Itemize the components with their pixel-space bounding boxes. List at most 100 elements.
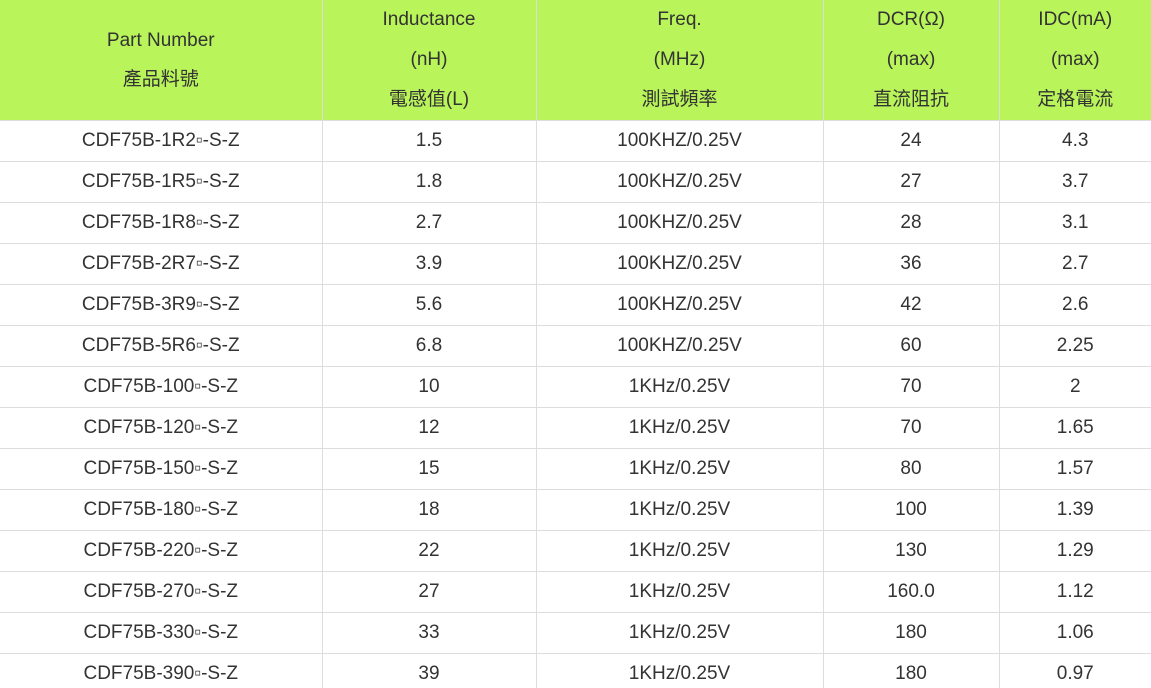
cell-freq: 1KHz/0.25V: [536, 530, 824, 572]
cell-inductance: 6.8: [322, 325, 537, 367]
header-line: 測試頻率: [641, 89, 718, 110]
cell-inductance: 5.6: [322, 284, 537, 326]
cell-idc: 2: [999, 366, 1151, 408]
cell-idc: 2.25: [999, 325, 1151, 367]
table-row: CDF75B-330▫-S-Z 33 1KHz/0.25V 180 1.06: [0, 612, 1151, 654]
cell-dcr: 60: [823, 325, 1000, 367]
cell-idc: 3.7: [999, 161, 1151, 203]
table-row: CDF75B-120▫-S-Z 12 1KHz/0.25V 70 1.65: [0, 407, 1151, 449]
cell-dcr: 70: [823, 407, 1000, 449]
cell-idc: 0.97: [999, 653, 1151, 688]
cell-freq: 100KHZ/0.25V: [536, 120, 824, 162]
cell-freq: 100KHZ/0.25V: [536, 325, 824, 367]
cell-idc: 3.1: [999, 202, 1151, 244]
table-row: CDF75B-100▫-S-Z 10 1KHz/0.25V 70 2: [0, 366, 1151, 408]
header-line: 直流阻抗: [872, 89, 949, 110]
cell-dcr: 80: [823, 448, 1000, 490]
cell-inductance: 10: [322, 366, 537, 408]
table-row: CDF75B-1R2▫-S-Z 1.5 100KHZ/0.25V 24 4.3: [0, 120, 1151, 162]
cell-idc: 1.57: [999, 448, 1151, 490]
cell-freq: 1KHz/0.25V: [536, 571, 824, 613]
header-line: 產品料號: [122, 69, 199, 90]
cell-dcr: 160.0: [823, 571, 1000, 613]
cell-inductance: 27: [322, 571, 537, 613]
cell-freq: 100KHZ/0.25V: [536, 284, 824, 326]
header-line: 電感值(L): [388, 89, 470, 110]
cell-part-number: CDF75B-2R7▫-S-Z: [0, 243, 323, 285]
cell-part-number: CDF75B-1R5▫-S-Z: [0, 161, 323, 203]
cell-idc: 1.65: [999, 407, 1151, 449]
table-row: CDF75B-1R8▫-S-Z 2.7 100KHZ/0.25V 28 3.1: [0, 202, 1151, 244]
cell-dcr: 24: [823, 120, 1000, 162]
cell-dcr: 130: [823, 530, 1000, 572]
cell-inductance: 12: [322, 407, 537, 449]
header-idc: IDC(mA) (max) 定格電流: [999, 0, 1151, 121]
cell-freq: 1KHz/0.25V: [536, 448, 824, 490]
table-row: CDF75B-150▫-S-Z 15 1KHz/0.25V 80 1.57: [0, 448, 1151, 490]
cell-freq: 1KHz/0.25V: [536, 653, 824, 688]
cell-dcr: 36: [823, 243, 1000, 285]
cell-inductance: 2.7: [322, 202, 537, 244]
header-line: (max): [1050, 49, 1100, 70]
header-line: Freq.: [657, 9, 702, 30]
cell-inductance: 18: [322, 489, 537, 531]
header-row: Part Number 產品料號 Inductance (nH) 電感值(L) …: [0, 0, 1151, 121]
header-line: Part Number: [106, 30, 215, 51]
table-row: CDF75B-3R9▫-S-Z 5.6 100KHZ/0.25V 42 2.6: [0, 284, 1151, 326]
cell-part-number: CDF75B-100▫-S-Z: [0, 366, 323, 408]
table-body: CDF75B-1R2▫-S-Z 1.5 100KHZ/0.25V 24 4.3 CDF75…: [0, 120, 1151, 688]
header-part-number: Part Number 產品料號: [0, 0, 323, 121]
header-line: Inductance: [382, 9, 476, 30]
cell-inductance: 1.5: [322, 120, 537, 162]
cell-inductance: 33: [322, 612, 537, 654]
cell-part-number: CDF75B-220▫-S-Z: [0, 530, 323, 572]
table-row: CDF75B-180▫-S-Z 18 1KHz/0.25V 100 1.39: [0, 489, 1151, 531]
cell-freq: 1KHz/0.25V: [536, 366, 824, 408]
header-line: (max): [886, 49, 936, 70]
cell-freq: 1KHz/0.25V: [536, 612, 824, 654]
header-dcr: DCR(Ω) (max) 直流阻抗: [823, 0, 1000, 121]
cell-part-number: CDF75B-390▫-S-Z: [0, 653, 323, 688]
cell-idc: 4.3: [999, 120, 1151, 162]
header-freq: Freq. (MHz) 測試頻率: [536, 0, 824, 121]
spec-table: Part Number 產品料號 Inductance (nH) 電感值(L) …: [0, 0, 1151, 688]
cell-part-number: CDF75B-180▫-S-Z: [0, 489, 323, 531]
header-line: (nH): [410, 49, 448, 70]
header-line: IDC(mA): [1038, 9, 1113, 30]
table-header: Part Number 產品料號 Inductance (nH) 電感值(L) …: [0, 0, 1151, 121]
cell-dcr: 100: [823, 489, 1000, 531]
cell-dcr: 70: [823, 366, 1000, 408]
cell-part-number: CDF75B-270▫-S-Z: [0, 571, 323, 613]
cell-freq: 1KHz/0.25V: [536, 407, 824, 449]
cell-part-number: CDF75B-330▫-S-Z: [0, 612, 323, 654]
cell-inductance: 39: [322, 653, 537, 688]
cell-freq: 100KHZ/0.25V: [536, 243, 824, 285]
header-inductance: Inductance (nH) 電感值(L): [322, 0, 537, 121]
cell-inductance: 1.8: [322, 161, 537, 203]
cell-part-number: CDF75B-150▫-S-Z: [0, 448, 323, 490]
table-row: CDF75B-390▫-S-Z 39 1KHz/0.25V 180 0.97: [0, 653, 1151, 688]
cell-idc: 1.06: [999, 612, 1151, 654]
header-line: (MHz): [653, 49, 706, 70]
cell-part-number: CDF75B-5R6▫-S-Z: [0, 325, 323, 367]
table-row: CDF75B-2R7▫-S-Z 3.9 100KHZ/0.25V 36 2.7: [0, 243, 1151, 285]
cell-idc: 1.39: [999, 489, 1151, 531]
table-row: CDF75B-270▫-S-Z 27 1KHz/0.25V 160.0 1.12: [0, 571, 1151, 613]
cell-part-number: CDF75B-1R8▫-S-Z: [0, 202, 323, 244]
header-line: 定格電流: [1037, 89, 1114, 110]
cell-freq: 100KHZ/0.25V: [536, 202, 824, 244]
cell-part-number: CDF75B-1R2▫-S-Z: [0, 120, 323, 162]
cell-dcr: 42: [823, 284, 1000, 326]
cell-part-number: CDF75B-120▫-S-Z: [0, 407, 323, 449]
table-row: CDF75B-5R6▫-S-Z 6.8 100KHZ/0.25V 60 2.25: [0, 325, 1151, 367]
cell-dcr: 180: [823, 653, 1000, 688]
table-row: CDF75B-1R5▫-S-Z 1.8 100KHZ/0.25V 27 3.7: [0, 161, 1151, 203]
cell-idc: 1.12: [999, 571, 1151, 613]
cell-part-number: CDF75B-3R9▫-S-Z: [0, 284, 323, 326]
header-line: DCR(Ω): [876, 9, 946, 30]
cell-idc: 2.6: [999, 284, 1151, 326]
cell-inductance: 22: [322, 530, 537, 572]
cell-inductance: 15: [322, 448, 537, 490]
cell-freq: 1KHz/0.25V: [536, 489, 824, 531]
cell-dcr: 28: [823, 202, 1000, 244]
